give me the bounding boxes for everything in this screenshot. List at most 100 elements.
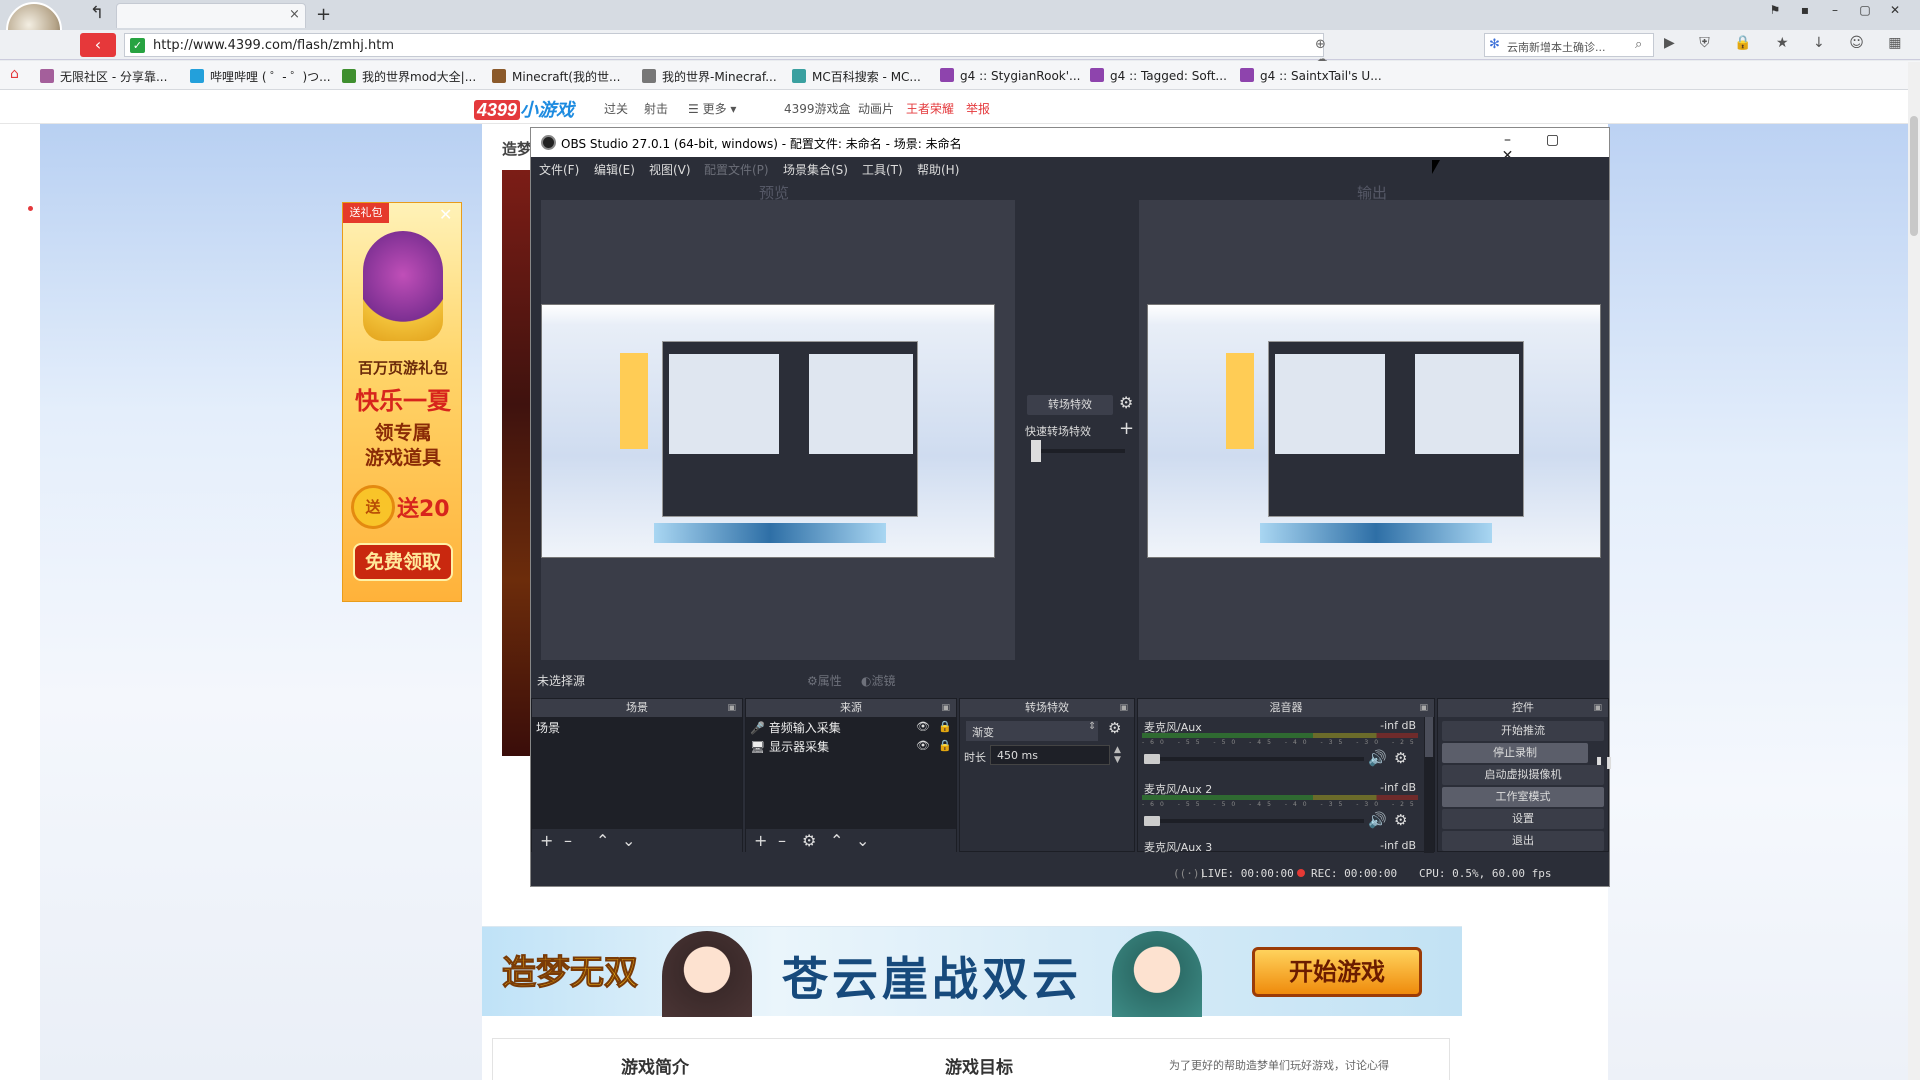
add-icon[interactable]: + [540,831,553,850]
source-item[interactable]: 🖥 显示器采集 [750,738,829,755]
speaker-icon[interactable]: 🔊 [1368,811,1387,829]
home-icon[interactable]: ⌂ [10,66,19,82]
gear-icon[interactable]: ⚙ [1394,811,1407,829]
scrollbar-thumb[interactable] [1425,717,1433,757]
program-pane[interactable]: 输出 [1139,184,1609,660]
transition-select[interactable]: 渐变 [966,721,1098,741]
start-game-button[interactable]: 开始游戏 [1252,947,1422,997]
gear-icon[interactable]: ⚙ [1394,749,1407,767]
close-window-icon[interactable]: ✕ [1880,3,1910,17]
move-down-icon[interactable]: ⌄ [856,831,869,850]
lock-icon[interactable]: 🔒 [938,720,952,733]
volume-slider-handle[interactable] [1144,816,1160,826]
new-tab-button[interactable]: + [316,4,331,25]
dock-float-icon[interactable]: ▣ [1119,699,1128,717]
chevron-updown-icon[interactable]: ⇕ [1088,721,1096,732]
menu-edit[interactable]: 编辑(E) [594,161,635,178]
gear-icon[interactable]: ⚙ [1119,393,1133,412]
back-button[interactable]: ‹ [80,33,116,57]
menu-icon[interactable]: ▪ [1790,3,1820,17]
eye-icon[interactable]: 👁 [916,739,930,752]
stop-recording-button[interactable]: 停止录制 [1442,743,1588,763]
filters-button[interactable]: ◐滤镜 [861,672,895,689]
bookmark-item[interactable]: 我的世界-Minecraf... [642,68,777,85]
plus-icon[interactable]: + [1119,418,1134,439]
bookmark-item[interactable]: g4 :: SaintxTail's U... [1240,68,1382,83]
tbar-handle[interactable] [1031,440,1041,462]
menu-file[interactable]: 文件(F) [539,161,579,178]
ad-claim-button[interactable]: 免费领取 [353,543,453,581]
nav-link[interactable]: 射击 [644,100,668,117]
nav-link[interactable]: 王者荣耀 [906,100,954,117]
speaker-icon[interactable]: 🔊 [1368,749,1387,767]
mixer-scrollbar[interactable] [1424,717,1434,853]
volume-slider[interactable] [1144,819,1364,823]
bookmark-item[interactable]: Minecraft(我的世... [492,68,620,85]
game-banner[interactable]: 造梦无双 苍云崖战双云 开始游戏 [482,926,1462,1017]
undo-close-icon[interactable]: ↰ [90,3,104,23]
browser-tab[interactable]: × [116,3,306,28]
nav-link[interactable]: 动画片 [858,100,894,117]
menu-help[interactable]: 帮助(H) [917,161,959,178]
close-ad-icon[interactable]: ✕ [439,205,452,224]
url-input[interactable]: ✓ http://www.4399.com/flash/zmhj.htm ⊕ ☁… [124,33,1328,127]
extension-icons[interactable]: ▶ ⛨ 🔒 ★ ↓ ☺ ▦ [1664,35,1912,51]
dock-float-icon[interactable]: ▣ [941,699,950,717]
menu-tools[interactable]: 工具(T) [862,161,903,178]
bookmark-item[interactable]: 无限社区 - 分享靠... [40,68,167,85]
nav-link[interactable]: 过关 [604,100,628,117]
nav-link[interactable]: 4399游戏盒 [784,100,851,117]
move-down-icon[interactable]: ⌄ [622,831,635,850]
bookmark-item[interactable]: g4 :: Tagged: Soft... [1090,68,1227,83]
duration-input[interactable]: 450 ms [990,745,1110,765]
dock-float-icon[interactable]: ▣ [1593,699,1602,717]
preview-pane[interactable]: 预览 [541,184,1015,660]
bookmark-item[interactable]: 我的世界mod大全|... [342,68,476,85]
move-up-icon[interactable]: ⌃ [830,831,843,850]
remove-icon[interactable]: – [564,831,572,850]
search-icon[interactable]: ⌕ [1635,37,1642,52]
maximize-icon[interactable]: ▢ [1850,3,1880,17]
site-logo[interactable]: 4399 小游戏 [474,96,574,122]
gear-icon[interactable]: ⚙ [1108,719,1121,737]
stepper-icon[interactable]: ▲ ▼ [1114,745,1121,765]
nav-link[interactable]: 举报 [966,100,990,117]
scrollbar-thumb[interactable] [1910,116,1918,236]
start-streaming-button[interactable]: 开始推流 [1442,721,1604,741]
page-scrollbar[interactable] [1908,62,1920,1080]
search-input[interactable]: ✻ 云南新增本土确诊... ⌕ [1484,33,1654,57]
settings-button[interactable]: 设置 [1442,809,1604,829]
minimize-icon[interactable]: – [1485,132,1530,148]
source-item[interactable]: 🎤 音频输入采集 [750,719,841,736]
menu-scene-collection[interactable]: 场景集合(S) [783,161,848,178]
minimize-icon[interactable]: – [1820,3,1850,17]
game-frame-edge[interactable] [502,170,530,756]
gear-icon[interactable]: ⚙ [802,831,816,850]
bookmark-item[interactable]: 哔哩哔哩 ( ゜- ゜)つ... [190,68,331,85]
nav-link[interactable]: ☰ 更多 ▾ [688,100,736,117]
dock-float-icon[interactable]: ▣ [1419,699,1428,717]
add-icon[interactable]: + [754,831,767,850]
menu-view[interactable]: 视图(V) [649,161,691,178]
obs-titlebar[interactable]: OBS Studio 27.0.1 (64-bit, windows) - 配置… [531,128,1609,164]
maximize-icon[interactable]: ▢ [1530,132,1575,148]
menu-profile[interactable]: 配置文件(P) [704,161,769,178]
transition-button[interactable]: 转场特效 [1027,395,1113,415]
eye-icon[interactable]: 👁 [916,720,930,733]
close-tab-icon[interactable]: × [289,7,300,22]
side-ad[interactable]: 送礼包 ✕ 百万页游礼包 快乐一夏 领专属 游戏道具 送 送20 免费领取 [342,202,462,602]
volume-slider-handle[interactable] [1144,754,1160,764]
volume-slider[interactable] [1144,757,1364,761]
remove-icon[interactable]: – [778,831,786,850]
start-virtual-camera-button[interactable]: 启动虚拟摄像机 [1442,765,1604,785]
bookmark-item[interactable]: g4 :: StygianRook'... [940,68,1080,83]
dock-float-icon[interactable]: ▣ [727,699,736,717]
properties-button[interactable]: ⚙属性 [807,672,842,689]
lock-icon[interactable]: 🔒 [938,739,952,752]
exit-button[interactable]: 退出 [1442,831,1604,851]
tbar-track[interactable] [1035,449,1125,453]
studio-mode-button[interactable]: 工作室模式 [1442,787,1604,807]
skin-icon[interactable]: ⚑ [1760,3,1790,17]
move-up-icon[interactable]: ⌃ [596,831,609,850]
scene-item[interactable]: 场景 [536,719,560,736]
